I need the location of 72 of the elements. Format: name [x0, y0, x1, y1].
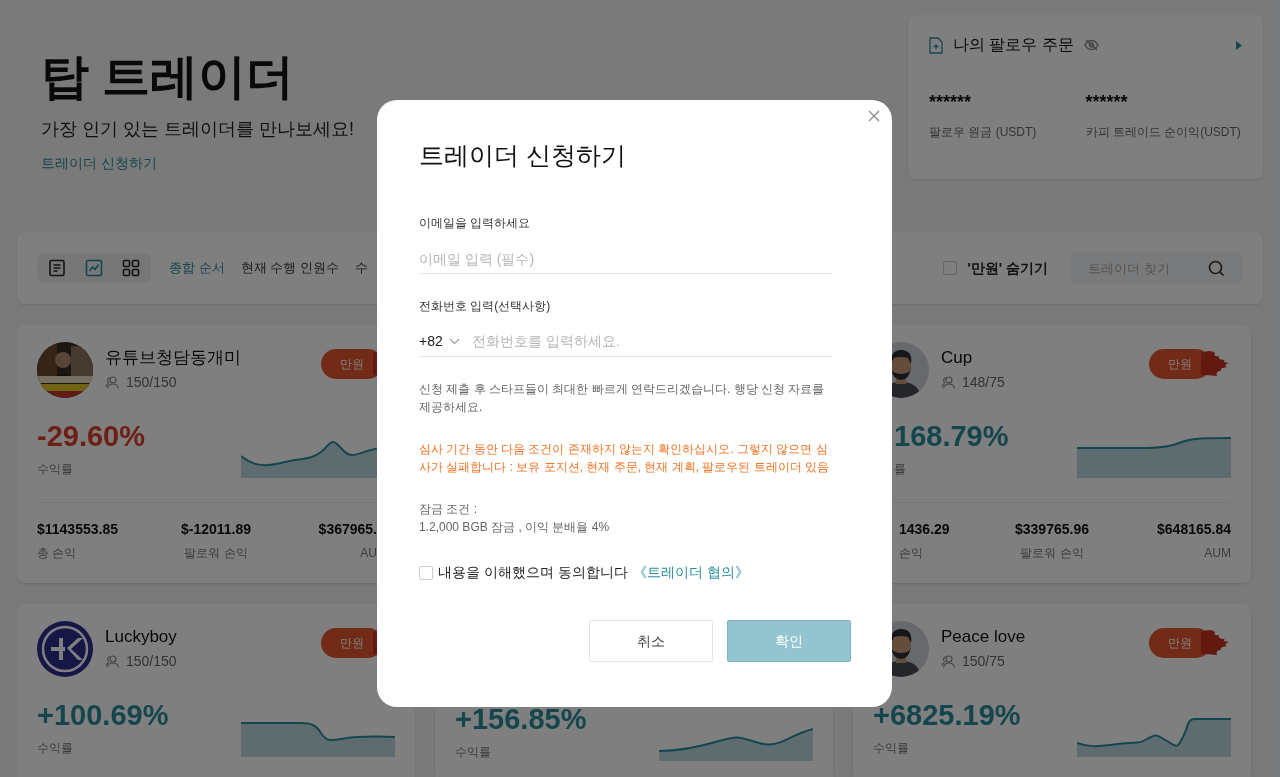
- follower-count: 148/75: [962, 373, 1005, 392]
- return-percent: +6825.19%: [873, 698, 1021, 733]
- info-text: 신청 제출 후 스타프들이 최대한 빠르게 연락드리겠습니다. 행당 신청 자료를 제공하세요.: [419, 381, 826, 416]
- return-percent: +156.85%: [455, 702, 587, 737]
- caret-right-icon[interactable]: [1236, 40, 1242, 50]
- grid-icon[interactable]: [121, 258, 141, 278]
- stat-label: 팔로워 손익: [184, 545, 248, 562]
- return-percent: -29.60%: [37, 419, 145, 454]
- return-percent: +100.69%: [37, 698, 169, 733]
- agree-text: 내용을 이해했으며 동의합니다: [438, 563, 628, 582]
- follow-orders-title: 나의 팔로우 주문: [953, 35, 1074, 55]
- stat-label: 팔로우 원금 (USDT): [929, 124, 1037, 141]
- stat-value: $339765.96: [1015, 520, 1089, 539]
- close-icon[interactable]: [868, 110, 880, 122]
- logo-icon: [37, 621, 93, 677]
- stat-value: 1436.29: [899, 520, 950, 539]
- sort-tab[interactable]: 수: [354, 258, 368, 278]
- country-code-select[interactable]: +82: [419, 331, 460, 352]
- return-label: 수익률: [455, 744, 491, 761]
- followers-icon: [105, 376, 119, 389]
- lock-terms: 1.2,000 BGB 잠금 , 이익 분배율 4%: [419, 519, 610, 536]
- follower-count: 150/75: [962, 652, 1005, 671]
- return-label: 수익률: [873, 740, 909, 757]
- follower-count: 150/150: [126, 652, 177, 671]
- follower-count: 150/150: [126, 373, 177, 392]
- return-label: 률: [893, 461, 906, 478]
- stat-label: 카피 트레이드 순이익(USDT): [1085, 124, 1241, 141]
- return-percent: 168.79%: [893, 419, 1009, 454]
- page-subtitle: 가장 인기 있는 트레이더를 만나보세요!: [41, 118, 354, 141]
- trader-card[interactable]: Peace love 150/75 만원 +6825.19% 수익률: [853, 604, 1251, 777]
- stat-label: 팔로워 손익: [1020, 545, 1084, 562]
- trader-name: Peace love: [941, 626, 1026, 648]
- stat-label: 총 손익: [37, 545, 77, 562]
- stat-label: AU: [360, 545, 377, 562]
- phone-label: 전화번호 입력(선택사항): [419, 298, 551, 315]
- return-label: 수익률: [37, 740, 73, 757]
- phone-input[interactable]: 전화번호를 입력하세요.: [471, 331, 832, 352]
- stat-label: 손익: [899, 545, 923, 562]
- line-chart-icon[interactable]: [84, 258, 104, 278]
- trader-name: 유튜브청담동개미: [105, 347, 241, 369]
- search-icon[interactable]: [1208, 260, 1225, 277]
- masked-value: ******: [929, 91, 972, 113]
- eye-off-icon[interactable]: [1083, 39, 1099, 51]
- list-icon[interactable]: [47, 258, 67, 278]
- checkbox[interactable]: [943, 261, 958, 275]
- sort-tab[interactable]: 종합 순서: [169, 258, 225, 278]
- email-label: 이메일을 입력하세요: [419, 215, 531, 232]
- return-label: 수익률: [37, 461, 73, 478]
- document-plus-icon: [929, 36, 943, 54]
- trader-agreement-link[interactable]: 《트레이더 협의》: [632, 562, 749, 583]
- trader-name: Luckyboy: [105, 626, 177, 648]
- followers-icon: [941, 376, 955, 389]
- stat-value: $1143553.85: [37, 520, 118, 539]
- agree-checkbox[interactable]: [419, 565, 433, 580]
- trader-card[interactable]: Luckyboy 150/150 만원 +100.69% 수익률: [17, 604, 415, 777]
- stat-value: $648165.84: [1157, 520, 1231, 539]
- cancel-button[interactable]: 취소: [589, 620, 713, 662]
- email-input[interactable]: 이메일 입력 (필수): [419, 244, 832, 274]
- page-title: 탑 트레이더: [41, 49, 295, 105]
- chevron-down-icon: [448, 338, 460, 345]
- followers-icon: [105, 655, 119, 668]
- stat-label: AUM: [1204, 545, 1231, 562]
- dialog-title: 트레이더 신청하기: [419, 140, 626, 171]
- sort-tab[interactable]: 현재 수행 인원수: [240, 258, 339, 278]
- warning-text: 심사 기간 동안 다음 조건이 존재하지 않는지 확인하십시오. 그렇지 않으면 심사가 실패합니다 : 보유 포지션, 현재 주문, 현재 계획, 팔로우된 트레이더 있음: [419, 441, 830, 476]
- followers-icon: [941, 655, 955, 668]
- trader-name: Cup: [941, 347, 974, 369]
- masked-value: ******: [1085, 91, 1128, 113]
- lock-title: 잠금 조건 :: [419, 501, 477, 518]
- stat-value: $-12011.89: [180, 520, 252, 539]
- hide-option-label: '만원' 숨기기: [967, 258, 1048, 278]
- stat-value: $367965.: [318, 520, 377, 539]
